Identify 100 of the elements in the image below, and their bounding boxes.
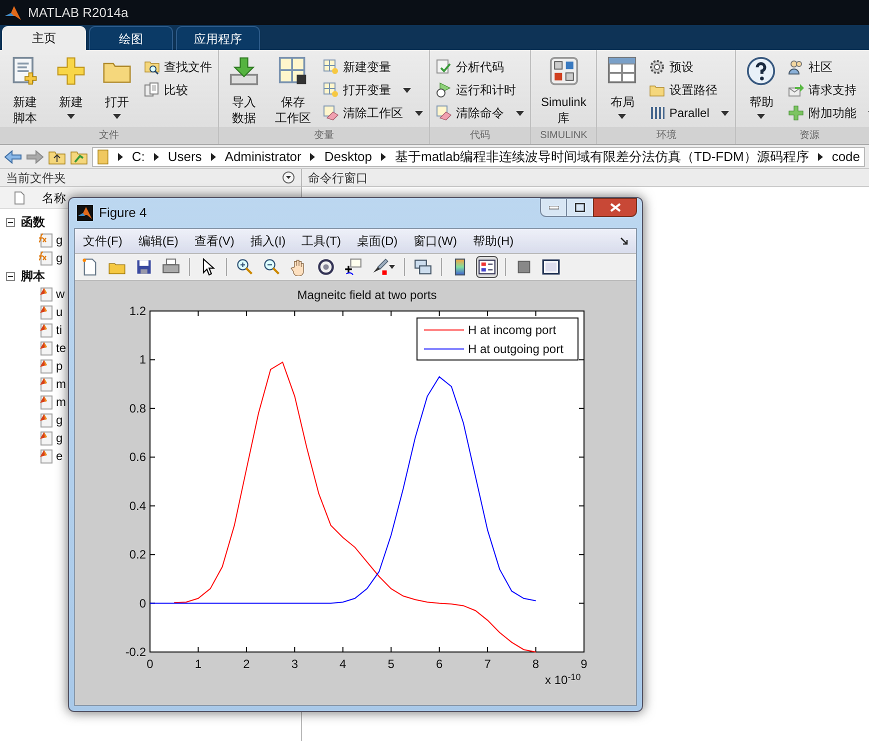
collapse-icon[interactable]	[6, 218, 15, 226]
path-segment[interactable]: C:	[132, 148, 145, 166]
menu-item[interactable]: 插入(I)	[250, 232, 286, 250]
script-file-icon	[38, 340, 54, 356]
ribbon-button[interactable]: 查找文件	[144, 58, 212, 76]
file-name[interactable]: m	[56, 393, 66, 411]
ribbon-tab[interactable]: 主页	[2, 26, 86, 50]
layout-icon	[607, 56, 638, 86]
folder-icon	[97, 148, 109, 164]
ribbon-button[interactable]: 帮助	[742, 56, 780, 119]
ribbon-button[interactable]: 比较	[144, 81, 212, 99]
ribbon-button[interactable]: 设置路径	[649, 81, 730, 99]
address-field[interactable]: C: Users Administrator Desktop 基于matlab编程非连续波导时间域有限差分法仿真（TD-FDM）源码程序 code	[92, 146, 865, 166]
ribbon-tab[interactable]: 应用程序	[176, 26, 260, 50]
column-header[interactable]: 名称	[38, 188, 66, 206]
menu-item[interactable]: 帮助(H)	[472, 232, 514, 250]
ribbon-button[interactable]: 保存 工作区	[271, 56, 315, 126]
script-file-icon	[38, 286, 54, 302]
tick-label: -0.2	[125, 645, 146, 659]
file-name[interactable]: g	[56, 411, 63, 429]
close-icon	[610, 203, 620, 212]
ribbon-tab[interactable]: 绘图	[89, 26, 173, 50]
chevron-icon	[818, 152, 823, 160]
ribbon-button[interactable]: 导入 数据	[225, 56, 263, 126]
menu-item[interactable]: 工具(T)	[302, 232, 341, 250]
path-segment[interactable]: 基于matlab编程非连续波导时间域有限差分法仿真（TD-FDM）源码程序	[395, 148, 809, 166]
function-file-icon	[38, 250, 54, 266]
file-name[interactable]: m	[56, 375, 66, 393]
minimize-icon	[548, 206, 558, 210]
ribbon-button[interactable]: 附加功能	[788, 104, 869, 122]
ribbon-button[interactable]: 新建 脚本	[6, 56, 44, 126]
tick-label: 5	[388, 657, 394, 671]
eraser-icon	[436, 105, 452, 121]
ribbon-button[interactable]: 运行和计时	[436, 81, 524, 99]
collapse-icon[interactable]	[6, 272, 15, 280]
ribbon-button[interactable]: 清除命令	[436, 104, 524, 122]
dock-arrow-icon[interactable]	[620, 237, 628, 245]
menu-item[interactable]: 查看(V)	[194, 232, 234, 250]
data-cursor-icon	[344, 258, 362, 276]
maximize-button[interactable]	[567, 198, 593, 217]
section-label: 资源	[799, 129, 820, 143]
window-title: Figure 4	[99, 204, 147, 222]
file-name[interactable]: g	[56, 231, 63, 249]
file-name[interactable]: te	[56, 339, 66, 357]
ribbon-button[interactable]: 预设	[649, 58, 730, 76]
ribbon-button[interactable]: 新建变量	[323, 58, 423, 76]
section-label: 环境	[656, 128, 676, 143]
tick-label: 1.2	[129, 304, 146, 318]
toolbar-button[interactable]	[476, 256, 498, 278]
chevron-icon	[381, 152, 386, 160]
file-name[interactable]: ti	[56, 321, 62, 339]
toolbar-button[interactable]	[315, 256, 337, 278]
menu-item[interactable]: 窗口(W)	[414, 232, 457, 250]
group-label: 脚本	[21, 268, 45, 285]
script-file-icon	[38, 412, 54, 428]
menu-item[interactable]: 编辑(E)	[138, 232, 178, 250]
file-name[interactable]: u	[56, 303, 63, 321]
tick-label: 0.8	[129, 401, 146, 416]
toolbar-button[interactable]	[342, 256, 364, 278]
tick-label: 2	[243, 657, 250, 671]
grid-icon	[323, 82, 339, 98]
ribbon-button[interactable]: 清除工作区	[323, 104, 423, 122]
ribbon-button[interactable]: 打开	[98, 56, 136, 119]
ribbon-button[interactable]: 请求支持	[788, 81, 869, 99]
plus-icon	[56, 56, 86, 86]
square-icon	[515, 258, 533, 276]
tick-label: 4	[340, 657, 346, 671]
tick-label: 6	[436, 657, 443, 671]
envelope-arrow-icon	[788, 82, 804, 98]
file-name[interactable]: w	[56, 285, 65, 303]
dropdown-icon[interactable]	[282, 171, 295, 184]
script-file-icon	[38, 322, 54, 338]
chart-title: Magneitc field at two ports	[297, 288, 437, 302]
path-segment[interactable]: Administrator	[224, 148, 302, 166]
file-name[interactable]: g	[56, 429, 63, 447]
file-name[interactable]: e	[56, 447, 63, 465]
ribbon-button[interactable]: 打开变量	[323, 81, 423, 99]
axis-multiplier: x 10$^{-10}$	[545, 671, 581, 689]
tick-label: 9	[580, 657, 588, 671]
menu-item[interactable]: 桌面(D)	[356, 232, 398, 250]
caret-icon	[389, 265, 395, 269]
minimize-button[interactable]	[540, 198, 567, 217]
close-button[interactable]	[593, 198, 637, 217]
ribbon-button[interactable]: 布局	[603, 56, 642, 119]
path-segment[interactable]: code	[832, 148, 860, 166]
ribbon-button[interactable]: Parallel	[649, 104, 730, 122]
section-label: 文件	[99, 128, 119, 143]
logo-icon	[4, 4, 22, 20]
folder-up-icon[interactable]	[48, 148, 66, 164]
ribbon-button[interactable]: 分析代码	[436, 58, 524, 76]
path-segment[interactable]: Users	[168, 148, 202, 166]
file-name[interactable]: p	[56, 357, 63, 375]
path-segment[interactable]: Desktop	[324, 148, 372, 166]
ribbon-button[interactable]: 社区	[788, 58, 869, 76]
back-arrow-icon[interactable]	[4, 150, 22, 164]
menu-item[interactable]: 文件(F)	[83, 232, 122, 250]
ribbon-button[interactable]: 新建	[52, 56, 90, 119]
ribbon-button[interactable]: Simulink 库	[537, 56, 590, 126]
file-name[interactable]: g	[56, 249, 63, 267]
section-label: 代码	[470, 129, 490, 143]
